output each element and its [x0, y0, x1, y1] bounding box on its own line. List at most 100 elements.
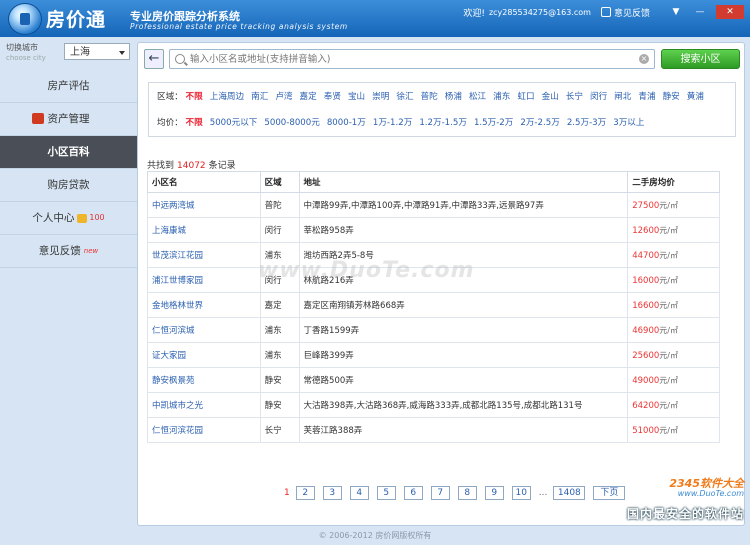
district-option[interactable]: 静安 [663, 92, 680, 102]
price-option[interactable]: 2万-2.5万 [520, 118, 559, 128]
column-header-address[interactable]: 地址 [298, 171, 629, 193]
community-name-link[interactable]: 仁恒河滨花园 [147, 417, 261, 443]
city-label-text: 切换城市 [6, 43, 38, 52]
page-link[interactable]: 7 [430, 486, 450, 500]
community-name-link[interactable]: 仁恒河滨城 [147, 317, 261, 343]
sidebar-item-label: 资产管理 [47, 113, 90, 125]
district-option[interactable]: 徐汇 [396, 92, 413, 102]
district-option[interactable]: 不限 [186, 92, 203, 102]
district-option[interactable]: 普陀 [421, 92, 438, 102]
user-email-link[interactable]: zcy285534275@163.com [489, 8, 591, 17]
column-header-price[interactable]: 二手房均价 [627, 171, 720, 193]
price-value: 51000 [632, 425, 660, 436]
district-option[interactable]: 上海周边 [210, 92, 244, 102]
sidebar-item-loan[interactable]: 购房贷款 [0, 169, 137, 202]
price-option[interactable]: 2.5万-3万 [567, 118, 606, 128]
minimize-button[interactable]: — [688, 5, 712, 19]
sidebar-item-community[interactable]: 小区百科 [0, 136, 137, 169]
district-option[interactable]: 卢湾 [275, 92, 292, 102]
sidebar-item-label: 意见反馈 [38, 245, 81, 257]
district-option[interactable]: 南汇 [251, 92, 268, 102]
community-name-link[interactable]: 金地格林世界 [147, 292, 261, 318]
price-unit: 元/㎡ [659, 400, 678, 410]
community-name-link[interactable]: 静安枫景苑 [147, 367, 261, 393]
city-select[interactable]: 上海 [64, 43, 130, 60]
district-option[interactable]: 金山 [542, 92, 559, 102]
watermark-url: www.DuoTe.com [677, 489, 744, 498]
column-header-name[interactable]: 小区名 [147, 171, 261, 193]
community-name-link[interactable]: 证大家园 [147, 342, 261, 368]
community-name-link[interactable]: 世茂滨江花园 [147, 242, 261, 268]
main-frame: 切换城市 choose city 上海 房产评估 资产管理 小区百科 购房贷款 … [0, 37, 750, 545]
page-link[interactable]: 4 [349, 486, 369, 500]
address-cell: 常德路500弄 [298, 367, 629, 393]
price-option[interactable]: 1.5万-2万 [474, 118, 513, 128]
district-option[interactable]: 奉贤 [324, 92, 341, 102]
search-button[interactable]: 搜索小区 [661, 49, 740, 69]
community-name-link[interactable]: 浦江世博家园 [147, 267, 261, 293]
sidebar-item-feedback[interactable]: 意见反馈 new [0, 235, 137, 268]
back-button[interactable]: ← [144, 49, 164, 69]
sidebar-nav: 房产评估 资产管理 小区百科 购房贷款 个人中心 100 意见反馈 new [0, 70, 137, 268]
district-option[interactable]: 闸北 [614, 92, 631, 102]
page-link[interactable]: 3 [322, 486, 342, 500]
district-option[interactable]: 浦东 [493, 92, 510, 102]
app-subtitle-en: Professional estate price tracking analy… [130, 22, 348, 31]
title-bar: 房价通 专业房价跟踪分析系统 Professional estate price… [0, 0, 750, 37]
price-cell: 46900元/㎡ [627, 317, 720, 343]
district-option[interactable]: 宝山 [348, 92, 365, 102]
page-link[interactable]: 2 [295, 486, 315, 500]
district-filter: 区域： 不限 上海周边 南汇 卢湾 嘉定 奉贤 宝山 崇明 徐汇 普陀 杨浦 松江 浦东 虹口 金山 长宁 闵行… [157, 91, 711, 103]
city-label: 切换城市 choose city [6, 43, 46, 63]
district-option[interactable]: 崇明 [372, 92, 389, 102]
sidebar-item-label: 购房贷款 [47, 179, 90, 191]
district-option[interactable]: 嘉定 [300, 92, 317, 102]
table-row: 上海康城 闵行 莘松路958弄 12600元/㎡ [147, 217, 720, 243]
community-name-link[interactable]: 中远两湾城 [147, 192, 261, 218]
price-filter-label: 均价： [157, 118, 183, 128]
price-option[interactable]: 8000-1万 [327, 118, 366, 128]
feedback-link[interactable]: 意见反馈 [614, 6, 650, 19]
district-option[interactable]: 长宁 [566, 92, 583, 102]
price-option[interactable]: 5000元以下 [210, 118, 258, 128]
table-row: 金地格林世界 嘉定 嘉定区南翔镇芳林路668弄 16600元/㎡ [147, 292, 720, 318]
price-option[interactable]: 1.2万-1.5万 [419, 118, 467, 128]
community-name-link[interactable]: 上海康城 [147, 217, 261, 243]
page-link[interactable]: 5 [376, 486, 396, 500]
sidebar-item-personal[interactable]: 个人中心 100 [0, 202, 137, 235]
price-cell: 16600元/㎡ [627, 292, 720, 318]
district-option[interactable]: 黄浦 [687, 92, 704, 102]
page-link-last[interactable]: 1408 [553, 486, 586, 500]
price-cell: 49000元/㎡ [627, 367, 720, 393]
price-option[interactable]: 1万-1.2万 [373, 118, 412, 128]
community-name-link[interactable]: 中凯城市之光 [147, 392, 261, 418]
close-button[interactable]: ✕ [716, 5, 744, 19]
page-link[interactable]: 8 [457, 486, 477, 500]
district-option[interactable]: 闵行 [590, 92, 607, 102]
column-header-district[interactable]: 区域 [259, 171, 300, 193]
price-option[interactable]: 5000-8000元 [264, 118, 319, 128]
result-count-prefix: 共找到 [147, 161, 175, 171]
clear-icon[interactable]: × [639, 54, 649, 64]
district-option[interactable]: 松江 [469, 92, 486, 102]
address-cell: 丁香路1599弄 [298, 317, 629, 343]
menu-button[interactable]: ▼ [664, 5, 688, 19]
city-select-value: 上海 [70, 47, 90, 58]
district-option[interactable]: 虹口 [517, 92, 534, 102]
sidebar-item-assets[interactable]: 资产管理 [0, 103, 137, 136]
district-option[interactable]: 杨浦 [445, 92, 462, 102]
price-cell: 16000元/㎡ [627, 267, 720, 293]
district-option[interactable]: 青浦 [638, 92, 655, 102]
page-link[interactable]: 6 [403, 486, 423, 500]
price-value: 25600 [632, 350, 660, 361]
price-option[interactable]: 不限 [186, 118, 203, 128]
result-count: 共找到 14072 条记录 [147, 158, 236, 171]
price-option[interactable]: 3万以上 [613, 118, 644, 128]
search-input[interactable] [190, 51, 630, 67]
price-unit: 元/㎡ [659, 350, 678, 360]
district-cell: 浦东 [259, 342, 300, 368]
address-cell: 中潭路99弄,中潭路100弄,中潭路91弄,中潭路33弄,远景路97弄 [298, 192, 629, 218]
page-link[interactable]: 10 [511, 486, 531, 500]
sidebar-item-estimate[interactable]: 房产评估 [0, 70, 137, 103]
page-link[interactable]: 9 [484, 486, 504, 500]
